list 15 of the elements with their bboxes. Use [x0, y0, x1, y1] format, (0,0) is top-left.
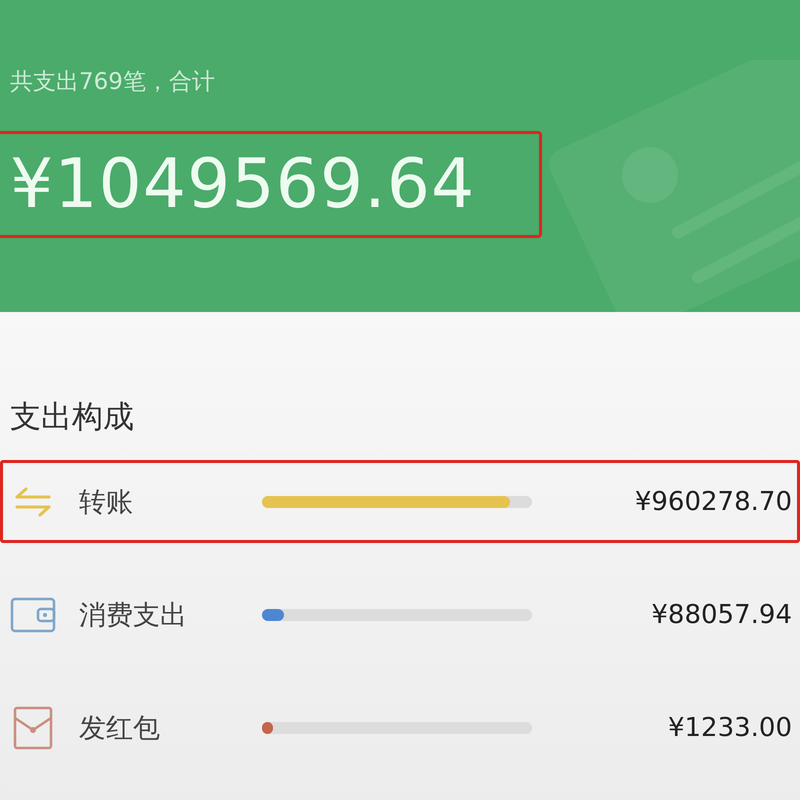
envelope-icon [13, 706, 53, 750]
arrows-icon [13, 484, 53, 518]
section-title: 支出构成 [10, 398, 135, 437]
category-row[interactable]: 发红包 ¥1233.00 [0, 686, 800, 769]
category-label: 转账 [79, 486, 134, 520]
category-amount: ¥88057.94 [650, 600, 793, 630]
summary-caption: 共支出769笔，合计 [10, 68, 216, 97]
category-row[interactable]: 消费支出 ¥88057.94 [0, 573, 800, 656]
category-row[interactable]: 转账 ¥960278.70 [0, 460, 800, 543]
category-amount: ¥1233.00 [666, 712, 793, 742]
category-amount: ¥960278.70 [634, 486, 793, 516]
wallet-icon [10, 596, 56, 632]
category-label: 发红包 [79, 712, 161, 746]
total-amount: ¥1049569.64 [10, 145, 476, 224]
category-label: 消费支出 [79, 598, 188, 632]
